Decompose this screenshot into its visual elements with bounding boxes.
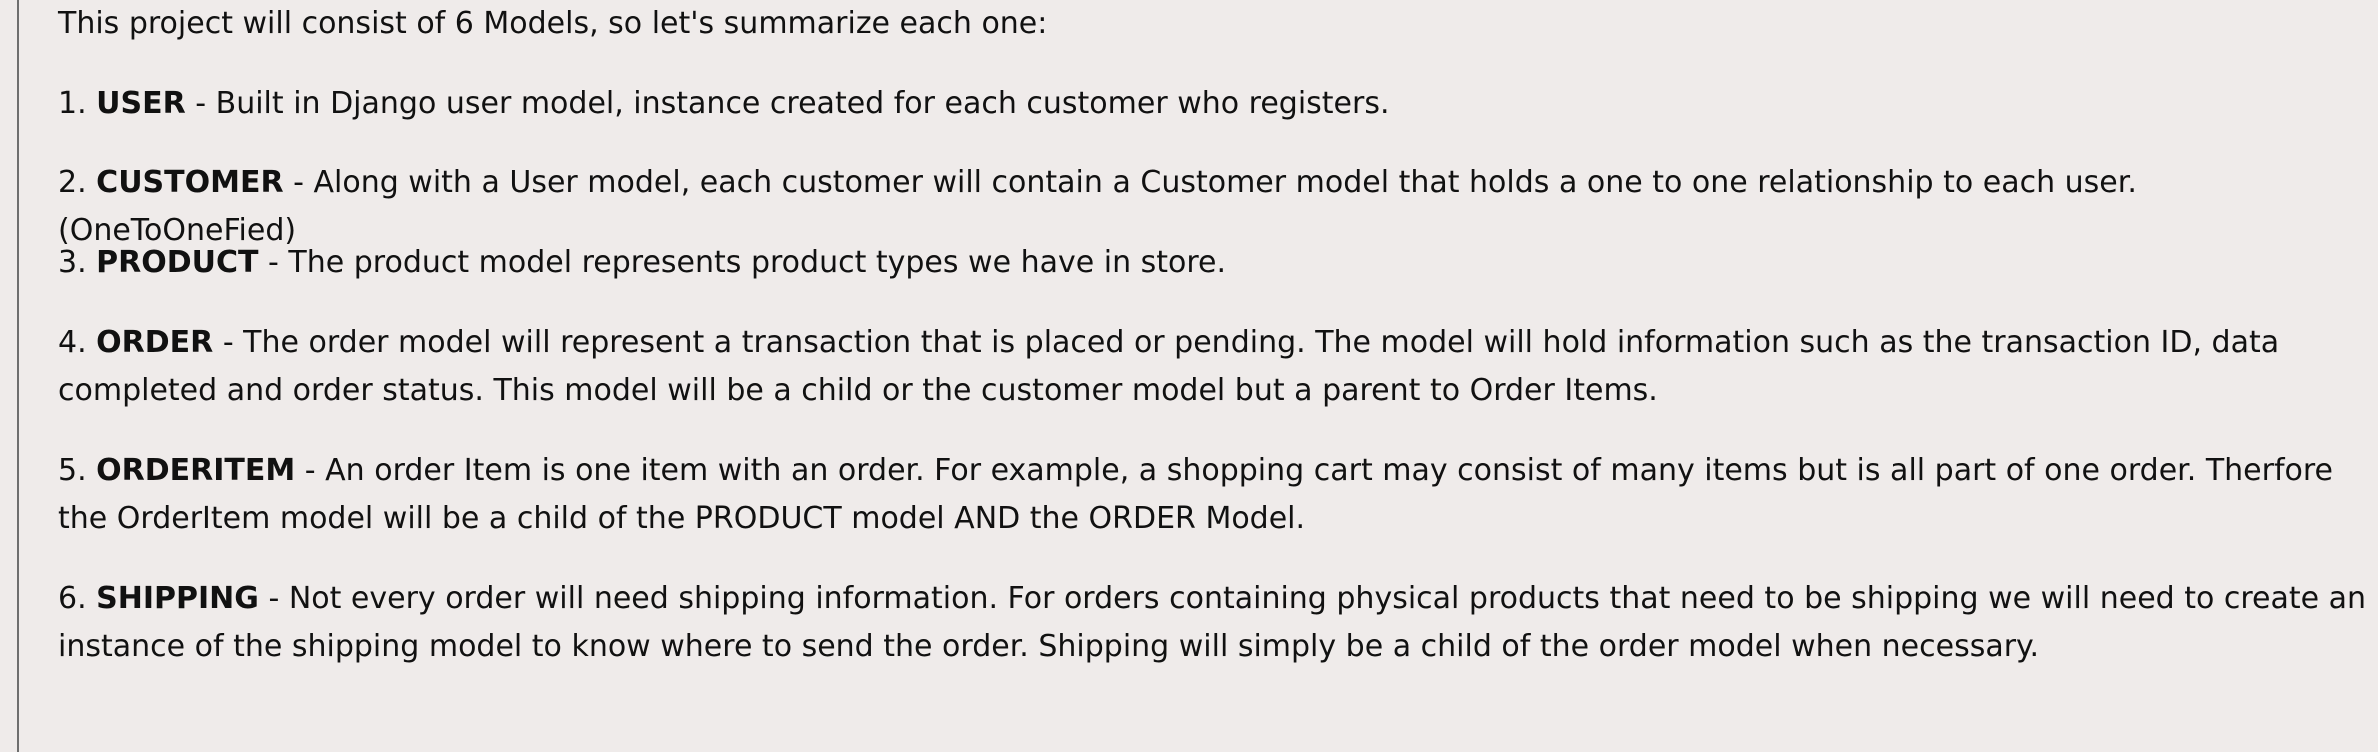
intro-text: This project will consist of 6 Models, s…	[58, 6, 1048, 41]
item-number: 2.	[58, 165, 87, 200]
model-name: CUSTOMER	[96, 165, 284, 200]
item-number: 1.	[58, 86, 87, 121]
model-description: - Along with a User model, each customer…	[58, 165, 2137, 248]
item-number: 4.	[58, 325, 87, 360]
model-name: ORDERITEM	[96, 453, 296, 488]
model-item-product: 3. PRODUCT - The product model represent…	[58, 239, 2378, 287]
model-name: ORDER	[96, 325, 214, 360]
model-item-user: 1. USER - Built in Django user model, in…	[58, 80, 2378, 128]
item-number: 6.	[58, 581, 87, 616]
model-item-shipping: 6. SHIPPING - Not every order will need …	[58, 575, 2378, 671]
model-name: PRODUCT	[96, 245, 259, 280]
model-item-order: 4. ORDER - The order model will represen…	[58, 319, 2378, 415]
model-name: SHIPPING	[96, 581, 259, 616]
model-description: - The product model represents product t…	[258, 245, 1227, 280]
model-description: - Built in Django user model, instance c…	[185, 86, 1390, 121]
item-number: 5.	[58, 453, 87, 488]
model-description: - An order Item is one item with an orde…	[58, 453, 2334, 536]
item-number: 3.	[58, 245, 87, 280]
model-description: - The order model will represent a trans…	[58, 325, 2280, 408]
model-name: USER	[96, 86, 186, 121]
model-description: - Not every order will need shipping inf…	[58, 581, 2367, 664]
model-item-orderitem: 5. ORDERITEM - An order Item is one item…	[58, 447, 2378, 543]
document-frame: This project will consist of 6 Models, s…	[17, 0, 2378, 752]
